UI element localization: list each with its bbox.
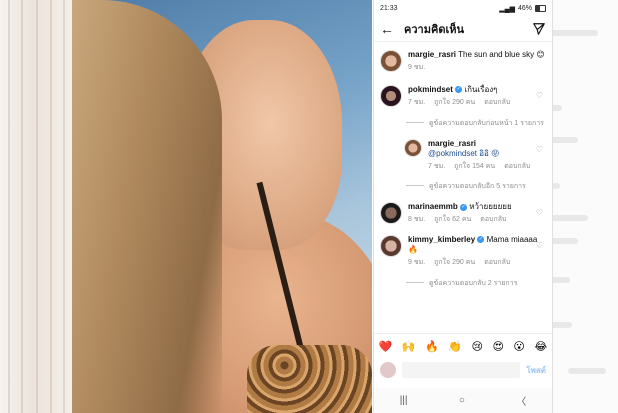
laughing-emoji-button[interactable]: 😂 xyxy=(534,340,547,353)
photo-hair xyxy=(72,0,222,413)
comment-username[interactable]: marinaemmb xyxy=(408,202,458,211)
avatar[interactable] xyxy=(380,84,402,107)
reply-button[interactable]: ตอบกลับ xyxy=(480,216,506,225)
status-time: 21:33 xyxy=(380,5,398,12)
back-arrow-icon[interactable]: ← xyxy=(380,22,394,36)
comment: kimmy_kimberley ✓ Mama miaaaa🔥 9 ชม. ถูก… xyxy=(374,235,552,268)
comment-likes[interactable]: ถูกใจ 290 คน xyxy=(434,99,475,108)
post-button[interactable]: โพสต์ xyxy=(526,364,546,377)
emoji-quick-bar: ❤️ 🙌 🔥 👏 😢 😍 😮 😂 xyxy=(374,333,552,358)
caption-username[interactable]: margie_rasri xyxy=(408,50,456,59)
comment-username[interactable]: pokmindset xyxy=(408,85,453,94)
battery-level: 46% xyxy=(517,5,532,12)
reply-button[interactable]: ตอบกลับ xyxy=(484,259,510,268)
view-replies-text: ดูข้อความตอบกลับอีก 5 รายการ xyxy=(429,183,526,191)
view-replies-link[interactable]: ดูข้อความตอบกลับก่อนหน้า 1 รายการ xyxy=(374,108,552,129)
thread-line xyxy=(406,121,424,123)
photo-leopard-top xyxy=(247,345,372,413)
like-heart-icon[interactable]: ♡ xyxy=(536,241,543,250)
caption: margie_rasri The sun and blue sky 😊 9 ชม… xyxy=(374,50,552,73)
verified-badge-icon: ✓ xyxy=(460,203,468,211)
instagram-comments-screen: 21:33 ▂▄▆ 46% ← ความคิดเห็น margie_rasri… xyxy=(374,0,552,413)
clap-emoji-button[interactable]: 👏 xyxy=(448,340,462,353)
reply-button[interactable]: ตอบกลับ xyxy=(484,99,510,108)
thread-line xyxy=(406,281,424,283)
direct-send-icon[interactable] xyxy=(532,22,546,36)
comment-likes[interactable]: ถูกใจ 62 คน xyxy=(434,216,471,225)
comment-time: 8 ชม. xyxy=(408,216,426,224)
like-heart-icon[interactable]: ♡ xyxy=(536,145,543,154)
view-replies-link[interactable]: ดูข้อความตอบกลับ 2 รายการ xyxy=(374,268,552,289)
like-heart-icon[interactable]: ♡ xyxy=(536,208,543,217)
android-nav-bar: ||| ○ 〈 xyxy=(374,388,552,413)
home-icon[interactable]: ○ xyxy=(459,395,465,406)
comment: pokmindset ✓ เกินเรื่องๆ 7 ชม. ถูกใจ 290… xyxy=(374,84,552,108)
reply-time: 7 ชม. xyxy=(428,162,446,170)
caption-time: 9 ชม. xyxy=(408,64,426,71)
verified-badge-icon: ✓ xyxy=(477,236,485,244)
fire-emoji-button[interactable]: 🔥 xyxy=(425,340,439,353)
verified-badge-icon: ✓ xyxy=(455,86,463,94)
comment: marinaemmb ✓ หว้ายยยยยย 8 ชม. ถูกใจ 62 ค… xyxy=(374,202,552,225)
battery-icon xyxy=(535,5,546,12)
view-more-replies-link[interactable]: ดูข้อความตอบกลับอีก 5 รายการ xyxy=(374,171,552,192)
avatar[interactable] xyxy=(380,202,402,225)
avatar[interactable] xyxy=(404,138,422,157)
recents-icon[interactable]: ||| xyxy=(400,395,408,406)
comment-text: หว้ายยยยยย xyxy=(469,202,512,212)
comment-likes[interactable]: ถูกใจ 290 คน xyxy=(434,259,475,268)
reply-username[interactable]: margie_rasri xyxy=(428,139,476,148)
avatar[interactable] xyxy=(380,235,402,257)
comment-time: 7 ชม. xyxy=(408,98,426,106)
comment-text: เกินเรื่องๆ xyxy=(464,84,498,94)
status-bar: 21:33 ▂▄▆ 46% xyxy=(374,0,552,17)
comment-reply: margie_rasri @pokmindset อิอิ 😝 7 ชม. ถู… xyxy=(374,138,552,172)
thread-line xyxy=(406,185,424,187)
heart-emoji-button[interactable]: ❤️ xyxy=(379,340,393,353)
like-heart-icon[interactable]: ♡ xyxy=(536,91,543,100)
caption-text: The sun and blue sky 😊 xyxy=(458,50,545,59)
heart-eyes-emoji-button[interactable]: 😍 xyxy=(492,340,503,353)
reply-text: @pokmindset อิอิ 😝 xyxy=(428,148,500,158)
my-avatar xyxy=(380,362,396,378)
back-nav-icon[interactable]: 〈 xyxy=(516,393,526,408)
raised-hands-emoji-button[interactable]: 🙌 xyxy=(402,340,416,353)
reply-likes[interactable]: ถูกใจ 154 คน xyxy=(454,163,495,172)
view-replies-text: ดูข้อความตอบกลับ 2 รายการ xyxy=(429,279,518,287)
selfie-photo xyxy=(72,0,372,413)
page-title: ความคิดเห็น xyxy=(404,24,464,36)
comment-time: 9 ชม. xyxy=(408,259,426,266)
surprised-emoji-button[interactable]: 😮 xyxy=(513,340,524,353)
signal-icon: ▂▄▆ xyxy=(499,5,515,13)
avatar[interactable] xyxy=(380,50,402,72)
comment-input-row: โพสต์ xyxy=(374,358,552,382)
view-replies-text: ดูข้อความตอบกลับก่อนหน้า 1 รายการ xyxy=(429,119,544,127)
crying-emoji-button[interactable]: 😢 xyxy=(471,340,482,353)
left-photo-strip xyxy=(0,0,72,413)
comment-username[interactable]: kimmy_kimberley xyxy=(408,235,475,244)
reply-button[interactable]: ตอบกลับ xyxy=(504,163,530,172)
comment-input[interactable] xyxy=(402,362,521,378)
comments-header: ← ความคิดเห็น xyxy=(374,17,552,42)
